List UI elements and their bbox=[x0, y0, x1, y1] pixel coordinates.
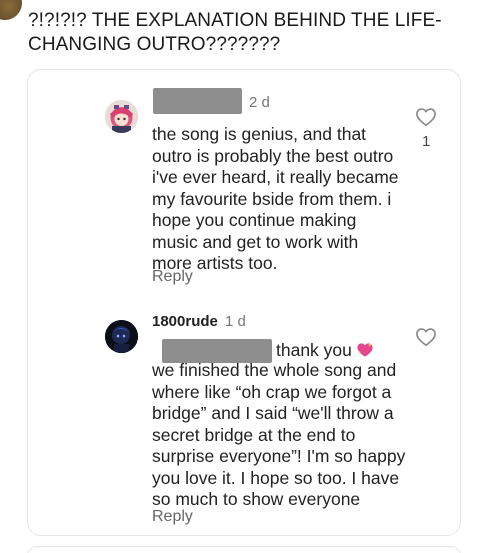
sparkling-heart-emoji bbox=[357, 342, 373, 357]
heart-outline-icon[interactable] bbox=[415, 107, 437, 127]
comment-timestamp: 2 d bbox=[249, 94, 270, 111]
reply-button[interactable]: Reply bbox=[152, 268, 193, 286]
comment-timestamp: 1 d bbox=[225, 313, 246, 330]
post-author-avatar[interactable] bbox=[0, 0, 22, 20]
next-comments-card bbox=[27, 546, 461, 553]
commenter-avatar[interactable] bbox=[105, 100, 138, 133]
comment-username[interactable]: 1800rude bbox=[152, 313, 218, 330]
comment-text: the song is genius, and that outro is pr… bbox=[152, 124, 399, 273]
post-title: ?!?!?!? THE EXPLANATION BEHIND THE LIFE-… bbox=[28, 10, 442, 55]
comment-text-first-line: thank you bbox=[276, 340, 436, 362]
comment-text: we finished the whole song and where lik… bbox=[152, 360, 406, 509]
comment-text-start: thank you bbox=[276, 340, 352, 360]
commenter-avatar[interactable] bbox=[105, 320, 138, 353]
like-count: 1 bbox=[422, 133, 431, 150]
redacted-username bbox=[153, 88, 242, 114]
heart-outline-icon[interactable] bbox=[415, 327, 437, 347]
reply-button[interactable]: Reply bbox=[152, 508, 193, 526]
